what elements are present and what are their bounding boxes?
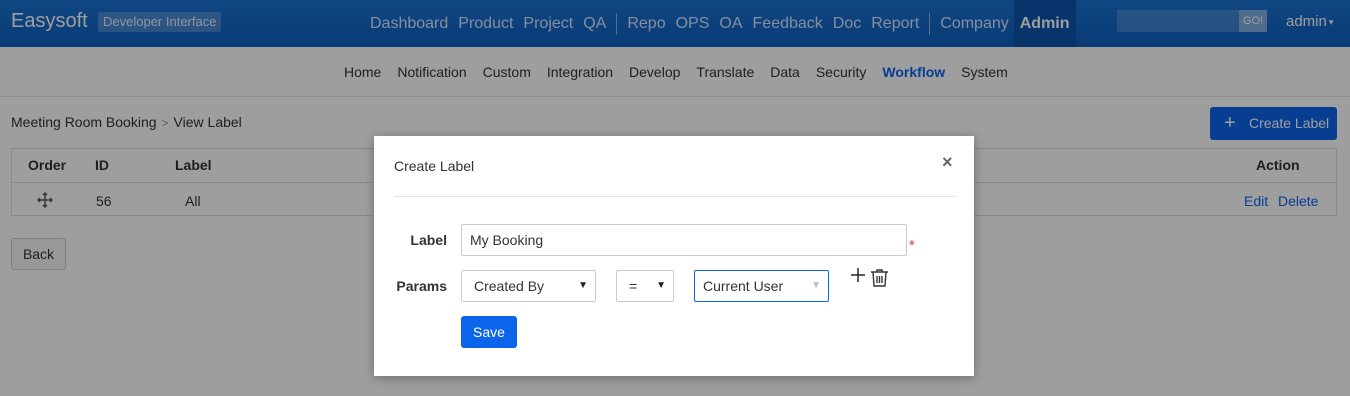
target-value-select[interactable]: Current User ▼	[694, 270, 829, 302]
label-input[interactable]	[461, 224, 907, 256]
required-mark: *	[909, 237, 915, 254]
params-field-select[interactable]: Created By ▼	[461, 270, 596, 302]
dropdown-arrow-icon: ▼	[656, 280, 666, 291]
params-field-value: Created By	[474, 278, 545, 294]
save-button[interactable]: Save	[461, 316, 517, 348]
operator-select[interactable]: = ▼	[616, 270, 674, 302]
target-value: Current User	[703, 278, 784, 294]
label-field-label: Label	[410, 232, 447, 248]
modal-divider	[394, 196, 955, 197]
dropdown-arrow-icon: ▼	[811, 280, 821, 291]
dropdown-arrow-icon: ▼	[578, 280, 588, 291]
operator-value: =	[629, 278, 638, 294]
trash-icon[interactable]	[870, 268, 889, 290]
add-param-icon[interactable]	[850, 267, 866, 286]
close-icon[interactable]: ×	[942, 152, 953, 173]
params-field-label: Params	[396, 278, 447, 294]
modal-title: Create Label	[394, 158, 475, 174]
create-label-modal: Create Label × Label * Params Created By…	[374, 136, 974, 376]
